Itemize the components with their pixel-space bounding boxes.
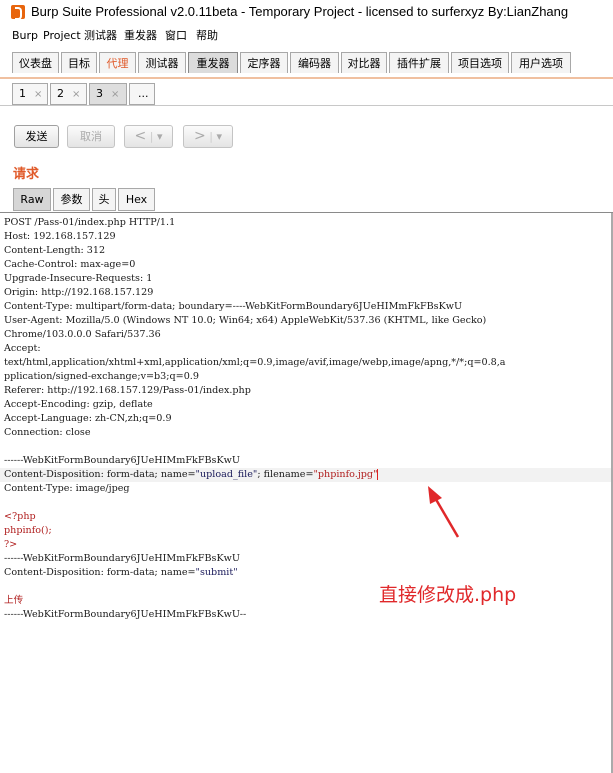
disposition-prefix: Content-Disposition: form-data; name= — [4, 469, 196, 480]
close-icon[interactable]: × — [111, 89, 119, 100]
back-button[interactable]: < | ▾ — [124, 125, 173, 148]
request-line: Content-Type: multipart/form-data; bound… — [4, 301, 463, 312]
view-tab-bar: Raw 参数 头 Hex — [0, 188, 613, 212]
repeater-tab-2[interactable]: 2 × — [50, 83, 87, 105]
divider — [0, 105, 613, 106]
title-bar: Burp Suite Professional v2.0.11beta - Te… — [0, 0, 613, 24]
php-code-line: phpinfo(); — [4, 525, 52, 536]
tab-intruder[interactable]: 测试器 — [138, 52, 186, 73]
request-line: Upgrade-Insecure-Requests: 1 — [4, 273, 153, 284]
menu-repeater[interactable]: 重发器 — [124, 29, 157, 43]
text-caret — [377, 469, 379, 480]
disposition-middle: ; filename= — [257, 469, 314, 480]
request-line: Content-Length: 312 — [4, 245, 106, 256]
request-line: Connection: close — [4, 427, 91, 438]
menu-project[interactable]: Project — [43, 29, 81, 43]
request-line: Accept: — [4, 343, 41, 354]
main-tab-bar: 仪表盘 目标 代理 测试器 重发器 定序器 编码器 对比器 插件扩展 项目选项 … — [0, 49, 613, 79]
request-line: Chrome/103.0.0.0 Safari/537.36 — [4, 329, 161, 340]
request-line: Origin: http://192.168.157.129 — [4, 287, 154, 298]
request-line: text/html,application/xhtml+xml,applicat… — [4, 357, 506, 368]
window-title: Burp Suite Professional v2.0.11beta - Te… — [31, 4, 569, 19]
submit-value-line: 上传 — [4, 595, 24, 606]
close-icon[interactable]: × — [72, 89, 80, 100]
request-line: User-Agent: Mozilla/5.0 (Windows NT 10.0… — [4, 315, 487, 326]
tab-user-options[interactable]: 用户选项 — [511, 52, 571, 73]
request-line: POST /Pass-01/index.php HTTP/1.1 — [4, 217, 176, 228]
chevron-down-icon[interactable]: ▾ — [216, 130, 222, 143]
annotation-arrow-icon — [428, 486, 460, 538]
request-editor[interactable]: POST /Pass-01/index.php HTTP/1.1 Host: 1… — [0, 212, 613, 773]
repeater-tab-1[interactable]: 1 × — [12, 83, 48, 105]
field-name-value: "submit" — [195, 567, 238, 578]
burp-logo-icon — [11, 5, 25, 20]
repeater-tab-bar: 1 × 2 × 3 × ... — [0, 80, 613, 106]
request-heading: 请求 — [13, 167, 40, 182]
request-line: Content-Type: image/jpeg — [4, 483, 130, 494]
request-line: Host: 192.168.157.129 — [4, 231, 116, 242]
content-disposition-line[interactable]: Content-Disposition: form-data; name="up… — [4, 468, 379, 482]
request-line: ------WebKitFormBoundary6JUeHIMmFkFBsKwU… — [4, 609, 247, 620]
tab-headers[interactable]: 头 — [92, 188, 116, 211]
menu-help[interactable]: 帮助 — [196, 29, 218, 43]
repeater-tab-label: 2 — [57, 87, 64, 100]
php-code-line: <?php — [4, 511, 36, 522]
request-line: Accept-Language: zh-CN,zh;q=0.9 — [4, 413, 172, 424]
close-icon[interactable]: × — [34, 89, 42, 100]
chevron-right-icon: > — [194, 128, 206, 144]
new-tab-button[interactable]: ... — [129, 83, 155, 105]
tab-hex[interactable]: Hex — [118, 188, 155, 211]
tab-sequencer[interactable]: 定序器 — [240, 52, 288, 73]
tab-raw[interactable]: Raw — [13, 188, 51, 211]
request-line: ------WebKitFormBoundary6JUeHIMmFkFBsKwU — [4, 553, 240, 564]
send-button[interactable]: 发送 — [14, 125, 59, 148]
request-line: Accept-Encoding: gzip, deflate — [4, 399, 153, 410]
php-code-line: ?> — [4, 539, 18, 550]
tab-params[interactable]: 参数 — [53, 188, 90, 211]
menu-bar: Burp Project 测试器 重发器 窗口 帮助 — [0, 26, 613, 46]
repeater-tab-label: 1 — [19, 87, 26, 100]
chevron-left-icon: < — [134, 128, 147, 144]
annotation-text: 直接修改成.php — [379, 584, 517, 606]
menu-burp[interactable]: Burp — [12, 29, 38, 43]
disposition-prefix: Content-Disposition: form-data; name= — [4, 567, 196, 578]
tab-repeater[interactable]: 重发器 — [188, 52, 238, 73]
menu-intruder[interactable]: 测试器 — [84, 29, 117, 43]
forward-button[interactable]: > | ▾ — [183, 125, 233, 148]
filename-value: "phpinfo.jpg" — [313, 469, 378, 480]
tab-comparer[interactable]: 对比器 — [341, 52, 387, 73]
request-line: Referer: http://192.168.157.129/Pass-01/… — [4, 385, 251, 396]
request-line: Cache-Control: max-age=0 — [4, 259, 136, 270]
chevron-down-icon[interactable]: ▾ — [157, 130, 163, 143]
repeater-tab-3[interactable]: 3 × — [89, 83, 127, 105]
tab-decoder[interactable]: 编码器 — [290, 52, 339, 73]
tab-project-options[interactable]: 项目选项 — [451, 52, 509, 73]
field-name-value: "upload_file" — [195, 469, 258, 480]
menu-window[interactable]: 窗口 — [165, 29, 187, 43]
request-line: ------WebKitFormBoundary6JUeHIMmFkFBsKwU — [4, 455, 240, 466]
submit-disposition-line: Content-Disposition: form-data; name="su… — [4, 566, 238, 580]
tab-extender[interactable]: 插件扩展 — [389, 52, 449, 73]
repeater-tab-label: 3 — [96, 87, 103, 100]
tab-proxy[interactable]: 代理 — [99, 52, 136, 73]
request-line: pplication/signed-exchange;v=b3;q=0.9 — [4, 371, 199, 382]
cancel-button[interactable]: 取消 — [67, 125, 115, 148]
tab-dashboard[interactable]: 仪表盘 — [12, 52, 59, 73]
tab-target[interactable]: 目标 — [61, 52, 97, 73]
